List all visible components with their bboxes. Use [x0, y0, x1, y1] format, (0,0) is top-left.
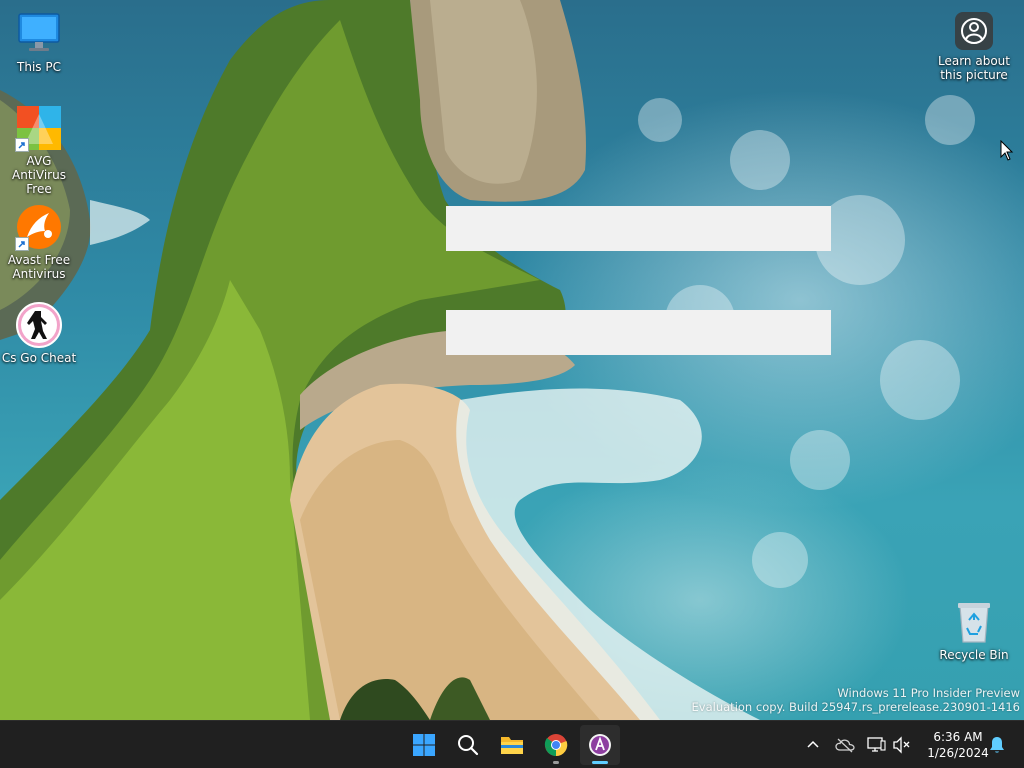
clock[interactable]: 6:36 AM 1/26/2024: [918, 729, 998, 761]
volume-button[interactable]: [892, 735, 912, 755]
recycle-bin-icon: [950, 598, 998, 646]
desktop-icon-label: Learn about this picture: [938, 54, 1010, 82]
search-icon: [458, 735, 479, 756]
network-button[interactable]: [866, 735, 886, 755]
active-app-button[interactable]: [580, 725, 620, 765]
onedrive-button[interactable]: [835, 735, 855, 755]
desktop-icon-cs-go-cheat[interactable]: Cs Go Cheat: [0, 301, 78, 365]
desktop-icon-avast-antivirus[interactable]: Avast Free Antivirus: [0, 203, 78, 281]
clock-date: 1/26/2024: [927, 746, 989, 760]
shortcut-arrow-icon: [15, 138, 29, 152]
watermark-line-2: Evaluation copy. Build 25947.rs_prerelea…: [691, 700, 1020, 714]
notifications-button[interactable]: [987, 735, 1007, 755]
show-hidden-icons-button[interactable]: [803, 735, 823, 755]
desktop-icon-label: Recycle Bin: [939, 648, 1009, 662]
camera-lens-icon: [953, 10, 995, 52]
folder-icon: [501, 737, 523, 754]
shortcut-arrow-icon: [15, 237, 29, 251]
wallpaper: [0, 0, 975, 720]
file-explorer-button[interactable]: [492, 725, 532, 765]
avast-logo-icon: [15, 203, 63, 251]
volume-muted-icon: [893, 736, 910, 754]
desktop-icon-label: Avast Free Antivirus: [7, 253, 71, 281]
bell-icon: [990, 737, 1004, 753]
windows-watermark: Windows 11 Pro Insider Preview Evaluatio…: [692, 686, 1020, 714]
clock-time: 6:36 AM: [933, 730, 983, 744]
network-icon: [867, 737, 886, 752]
start-button[interactable]: [404, 725, 444, 765]
mouse-cursor-icon: [1000, 140, 1014, 161]
chrome-icon: [544, 734, 568, 757]
app-icon: [589, 734, 611, 756]
watermark-line-1: Windows 11 Pro Insider Preview: [837, 686, 1020, 700]
active-indicator: [592, 761, 608, 764]
chevron-up-icon: [807, 740, 819, 748]
blank-panel-top: [446, 206, 831, 251]
desktop-icon-this-pc[interactable]: This PC: [0, 10, 78, 74]
desktop-icon-recycle-bin[interactable]: Recycle Bin: [935, 598, 1013, 662]
blank-panel-bottom: [446, 310, 831, 355]
cs-go-logo-icon: [15, 301, 63, 349]
desktop-icon-label: This PC: [17, 60, 61, 74]
desktop-icon-label: Cs Go Cheat: [1, 351, 77, 365]
desktop[interactable]: This PC AVG AntiVirus Free Avast Free An…: [0, 0, 1024, 720]
monitor-icon: [15, 10, 63, 58]
desktop-icon-avg-antivirus[interactable]: AVG AntiVirus Free: [0, 104, 78, 196]
learn-about-picture[interactable]: Learn about this picture: [935, 10, 1013, 82]
taskbar: 6:36 AM 1/26/2024: [0, 720, 1024, 768]
desktop-icon-label: AVG AntiVirus Free: [12, 154, 66, 196]
cloud-offline-icon: [835, 738, 855, 753]
running-indicator: [553, 761, 559, 764]
search-button[interactable]: [448, 725, 488, 765]
windows-logo-icon: [413, 734, 435, 756]
chrome-button[interactable]: [536, 725, 576, 765]
avg-logo-icon: [15, 104, 63, 152]
